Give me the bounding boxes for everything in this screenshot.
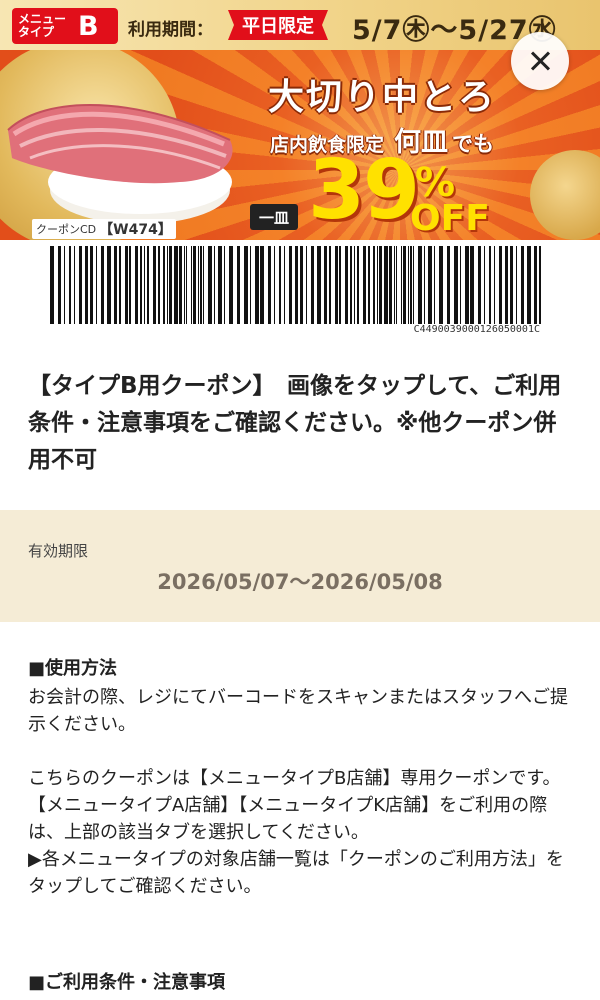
per-plate-badge: 一皿 xyxy=(250,204,298,230)
usage-body: お会計の際、レジにてバーコードをスキャンまたはスタッフへご提示ください。 こちら… xyxy=(28,684,580,900)
usage-paragraph: 【メニュータイプA店舗】【メニュータイプK店舗】をご利用の際は、上部の該当タブを… xyxy=(28,795,548,843)
close-button[interactable] xyxy=(511,32,569,90)
usage-title: ■使用方法 xyxy=(28,658,118,679)
off-label: OFF xyxy=(410,198,490,239)
product-name: 大切り中とろ xyxy=(268,77,497,118)
menu-type-badge: メニュータイプ B xyxy=(12,8,118,44)
tuna-sushi-image xyxy=(7,104,233,224)
weekday-only-badge: 平日限定 xyxy=(228,10,328,40)
plates-suffix: でも xyxy=(452,132,495,156)
menu-type-label: メニュータイプ xyxy=(18,12,67,39)
barcode-area: C4490039000126050001C xyxy=(0,240,600,340)
validity-label: 有効期限 xyxy=(28,542,89,560)
period-bar: メニュータイプ B 利用期間： 平日限定 5/7㊍〜5/27㊌ xyxy=(0,0,600,50)
coupon-banner[interactable]: メニュータイプ B 利用期間： 平日限定 5/7㊍〜5/27㊌ 大切り中とろ 店… xyxy=(0,0,600,340)
barcode-number: C4490039000126050001C xyxy=(413,324,540,335)
menu-type-letter: B xyxy=(78,10,99,42)
validity-panel: 有効期限 2026/05/07〜2026/05/08 xyxy=(0,510,600,622)
coupon-cd-value: 【W474】 xyxy=(99,222,172,238)
period-label: 利用期間： xyxy=(128,20,213,40)
usage-paragraph: お会計の際、レジにてバーコードをスキャンまたはスタッフへご提示ください。 xyxy=(28,687,568,735)
validity-dates: 2026/05/07〜2026/05/08 xyxy=(157,570,443,594)
discount-value: 39 xyxy=(308,143,420,238)
coupon-description: 【タイプB用クーポン】 画像をタップして、ご利用条件・注意事項をご確認ください。… xyxy=(28,373,562,473)
coupon-code: クーポンCD 【W474】 xyxy=(32,219,176,239)
close-icon xyxy=(529,50,551,72)
coupon-cd-label: クーポンCD xyxy=(36,223,97,236)
conditions-title: ■ご利用条件・注意事項 xyxy=(28,972,226,993)
barcode xyxy=(50,246,541,324)
usage-paragraph: こちらのクーポンは【メニュータイプB店舗】専用クーポンです。 xyxy=(28,768,561,789)
usage-paragraph: ▶各メニュータイプの対象店舗一覧は「クーポンのご利用方法」をタップしてご確認くだ… xyxy=(28,849,564,897)
